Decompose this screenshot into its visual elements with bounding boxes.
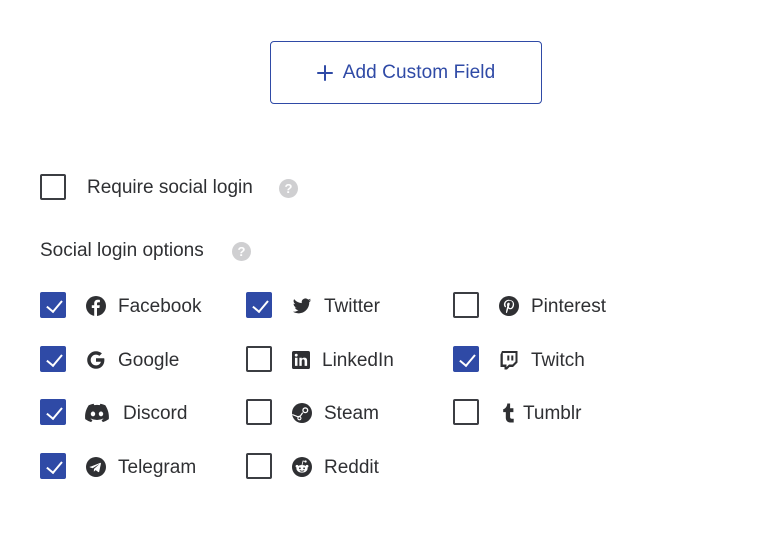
option-telegram: Telegram [40, 453, 240, 481]
option-twitter: Twitter [246, 292, 446, 320]
plus-icon [316, 64, 333, 81]
tumblr-label: Tumblr [523, 403, 582, 424]
tumblr-checkbox[interactable] [453, 399, 479, 425]
option-google: Google [40, 346, 240, 374]
telegram-label: Telegram [118, 457, 197, 478]
social-login-options-title: Social login options [40, 240, 204, 261]
pinterest-label: Pinterest [531, 296, 606, 317]
twitch-label: Twitch [531, 350, 585, 371]
steam-checkbox[interactable] [246, 399, 272, 425]
steam-label: Steam [324, 403, 379, 424]
option-reddit: Reddit [246, 453, 446, 481]
telegram-icon [86, 457, 106, 477]
option-twitch: Twitch [453, 346, 653, 374]
discord-label: Discord [123, 403, 188, 424]
facebook-checkbox[interactable] [40, 292, 66, 318]
twitter-checkbox[interactable] [246, 292, 272, 318]
steam-icon [292, 403, 312, 423]
tumblr-icon [503, 403, 514, 423]
require-social-login-label: Require social login [87, 177, 253, 198]
add-custom-field-button[interactable]: Add Custom Field [270, 41, 542, 104]
facebook-icon [86, 296, 106, 316]
linkedin-label: LinkedIn [322, 350, 394, 371]
help-icon[interactable]: ? [279, 179, 298, 198]
require-social-login-checkbox[interactable] [40, 174, 66, 200]
require-social-login-row: Require social login ? [40, 174, 340, 202]
google-checkbox[interactable] [40, 346, 66, 372]
help-icon[interactable]: ? [232, 242, 251, 261]
google-label: Google [118, 350, 180, 371]
linkedin-checkbox[interactable] [246, 346, 272, 372]
discord-icon [85, 403, 109, 423]
option-facebook: Facebook [40, 292, 240, 320]
option-tumblr: Tumblr [453, 399, 653, 427]
twitter-label: Twitter [324, 296, 380, 317]
option-linkedin: LinkedIn [246, 346, 446, 374]
reddit-checkbox[interactable] [246, 453, 272, 479]
option-discord: Discord [40, 399, 240, 427]
twitch-icon [500, 351, 518, 370]
twitch-checkbox[interactable] [453, 346, 479, 372]
facebook-label: Facebook [118, 296, 202, 317]
pinterest-icon [499, 296, 519, 316]
option-steam: Steam [246, 399, 446, 427]
linkedin-icon [292, 351, 310, 369]
social-login-settings: Add Custom Field Require social login ? … [0, 0, 768, 537]
google-icon [87, 351, 105, 369]
add-custom-field-label: Add Custom Field [342, 61, 496, 83]
reddit-icon [292, 457, 312, 477]
reddit-label: Reddit [324, 457, 379, 478]
option-pinterest: Pinterest [453, 292, 653, 320]
telegram-checkbox[interactable] [40, 453, 66, 479]
twitter-icon [292, 298, 312, 314]
discord-checkbox[interactable] [40, 399, 66, 425]
pinterest-checkbox[interactable] [453, 292, 479, 318]
